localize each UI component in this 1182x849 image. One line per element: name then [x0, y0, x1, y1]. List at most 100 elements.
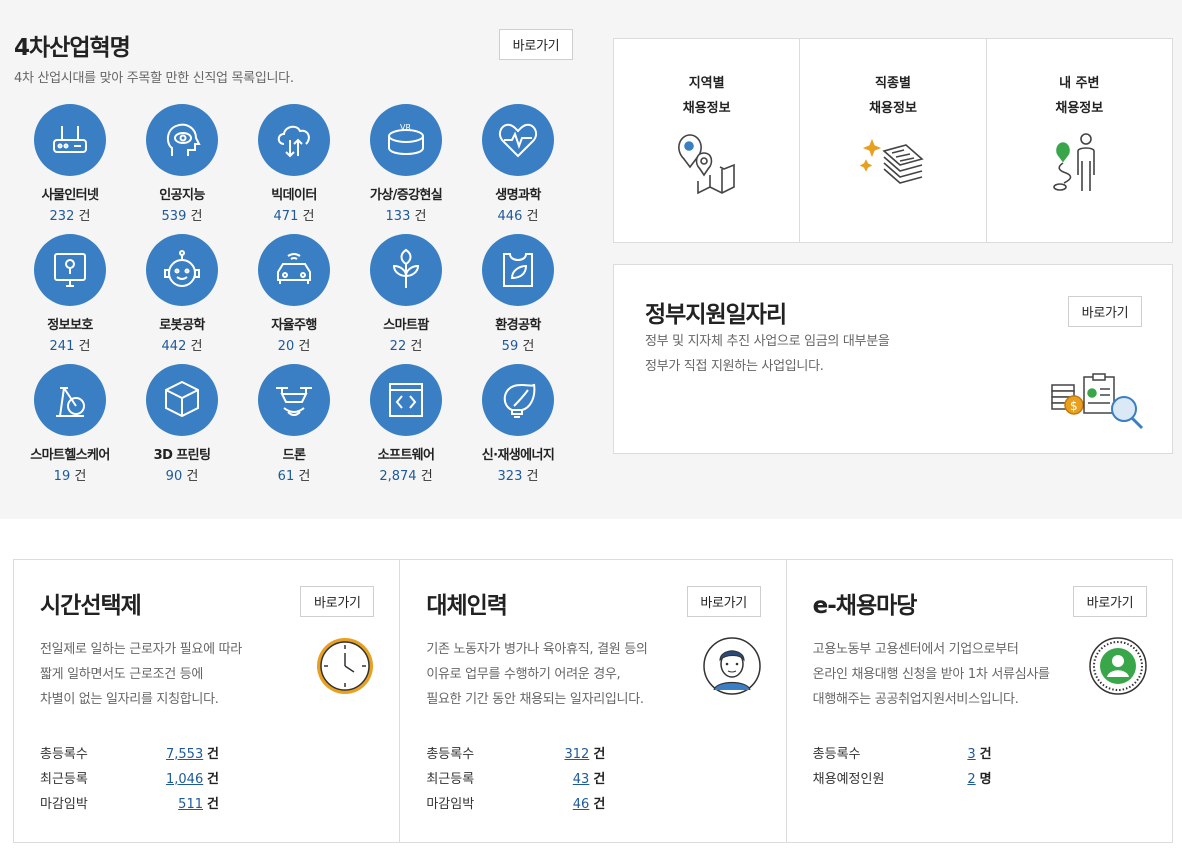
stat-label: 마감임박 — [426, 797, 475, 812]
count-unit: 건 — [78, 209, 91, 224]
count-unit: 건 — [526, 469, 539, 484]
nearby-job-info-line1: 내 주변 — [1059, 76, 1100, 91]
industry-item-smartfarm[interactable]: 스마트팜 22 건 — [350, 234, 462, 354]
count-unit: 건 — [410, 339, 423, 354]
substitute-goto-button[interactable]: 바로가기 — [686, 586, 761, 617]
stamp-avatar-icon — [1089, 637, 1147, 695]
stat-row: 총등록수 312 건 — [426, 742, 605, 767]
stat-row: 총등록수 3 건 — [813, 742, 992, 767]
industry-item-count: 61 — [277, 469, 295, 484]
gov-desc-line2: 정부가 직접 지원하는 사업입니다. — [645, 359, 824, 374]
industry-item-name: 환경공학 — [495, 318, 541, 333]
industry-item-ai[interactable]: 인공지능 539 건 — [126, 104, 238, 224]
stat-row: 마감임박 511 건 — [40, 792, 219, 817]
industry-item-software[interactable]: 소프트웨어 2,874 건 — [350, 364, 462, 484]
industry-item-name: 드론 — [282, 448, 306, 463]
lock-monitor-icon — [34, 234, 106, 306]
industry-item-robotics[interactable]: 로봇공학 442 건 — [126, 234, 238, 354]
industry-item-name: 소프트웨어 — [377, 448, 435, 463]
stat-value-link[interactable]: 43 — [552, 767, 590, 792]
industry-item-count: 539 — [161, 209, 187, 224]
count-unit: 건 — [298, 339, 311, 354]
industry-item-iot[interactable]: 사물인터넷 232 건 — [14, 104, 126, 224]
industry-description: 4차 산업시대를 맞아 주목할 만한 신직업 목록입니다. — [14, 71, 294, 86]
industry-item-environment[interactable]: 환경공학 59 건 — [462, 234, 574, 354]
region-job-info-link[interactable]: 지역별 채용정보 — [614, 39, 801, 242]
stat-label: 총등록수 — [812, 747, 861, 762]
stat-value-link[interactable]: 2 — [939, 767, 975, 792]
industry-item-lifescience[interactable]: 생명과학 446 건 — [462, 104, 574, 224]
industry-item-drone[interactable]: 드론 61 건 — [238, 364, 350, 484]
industry-title: 4차산업혁명 — [14, 35, 131, 61]
section-desc-line: 이유로 업무를 수행하기 어려운 경우, — [426, 667, 621, 682]
industry-item-name: 3D 프린팅 — [153, 448, 211, 463]
car-icon — [258, 234, 330, 306]
nearby-job-info-link[interactable]: 내 주변 채용정보 — [987, 39, 1172, 242]
industry-item-autonomous[interactable]: 자율주행 20 건 — [238, 234, 350, 354]
section-desc-line: 기존 노동자가 병가나 육아휴직, 결원 등의 — [426, 642, 648, 657]
stat-row: 마감임박 46 건 — [426, 792, 605, 817]
stat-label: 채용예정인원 — [812, 772, 885, 787]
industry-item-bigdata[interactable]: 빅데이터 471 건 — [238, 104, 350, 224]
stat-value-link[interactable]: 3 — [939, 742, 975, 767]
nearby-job-info-line2: 채용정보 — [1055, 101, 1104, 116]
gov-support-jobs-panel: 정부지원일자리 바로가기 정부 및 지자체 추진 사업으로 임금의 대부분을 정… — [613, 264, 1173, 454]
stat-value-link[interactable]: 1,046 — [166, 767, 203, 792]
stat-value-link[interactable]: 7,553 — [166, 742, 203, 767]
industry-item-vr[interactable]: VR 가상/증강현실 133 건 — [350, 104, 462, 224]
stat-unit: 건 — [593, 797, 606, 812]
section-desc-line: 짧게 일하면서도 근로조건 등에 — [40, 667, 204, 682]
cube-icon — [146, 364, 218, 436]
gov-support-jobs-title: 정부지원일자리 — [645, 302, 787, 328]
e-recruitment-goto-button[interactable]: 바로가기 — [1072, 586, 1147, 617]
count-unit: 건 — [526, 209, 539, 224]
industry-goto-button[interactable]: 바로가기 — [499, 29, 573, 60]
stat-unit: 건 — [593, 772, 606, 787]
sprout-icon — [370, 234, 442, 306]
region-job-info-line2: 채용정보 — [682, 101, 731, 116]
industry-item-3dprinting[interactable]: 3D 프린팅 90 건 — [126, 364, 238, 484]
stat-row: 최근등록 43 건 — [426, 767, 605, 792]
count-unit: 건 — [190, 209, 203, 224]
map-pin-icon — [677, 134, 735, 195]
count-unit: 건 — [302, 209, 315, 224]
industry-item-smarthealth[interactable]: 스마트헬스케어 19 건 — [14, 364, 126, 484]
gov-support-jobs-goto-button[interactable]: 바로가기 — [1068, 296, 1142, 327]
industry-item-renewable[interactable]: 신·재생에너지 323 건 — [462, 364, 574, 484]
part-time-choice-section: 시간선택제 바로가기 전일제로 일하는 근로자가 필요에 따라 짧게 일하면서도… — [14, 560, 401, 842]
svg-text:VR: VR — [400, 123, 411, 132]
industry-item-name: 스마트팜 — [383, 318, 429, 333]
industry-item-count: 2,874 — [379, 469, 417, 484]
count-unit: 건 — [190, 339, 203, 354]
region-job-info-line1: 지역별 — [688, 76, 725, 91]
drone-icon — [258, 364, 330, 436]
eco-bag-icon — [482, 234, 554, 306]
stat-value-link[interactable]: 46 — [552, 792, 590, 817]
occupation-job-info-line2: 채용정보 — [869, 101, 917, 116]
stat-unit: 건 — [979, 747, 992, 762]
industry-item-name: 생명과학 — [495, 188, 541, 203]
stat-label: 최근등록 — [426, 772, 475, 787]
industry-item-security[interactable]: 정보보호 241 건 — [14, 234, 126, 354]
industry-item-count: 471 — [273, 209, 299, 224]
robot-icon — [146, 234, 218, 306]
clock-icon — [317, 638, 374, 694]
job-programs-panel: 시간선택제 바로가기 전일제로 일하는 근로자가 필요에 따라 짧게 일하면서도… — [13, 559, 1173, 843]
section-desc-line: 차별이 없는 일자리를 지칭합니다. — [40, 692, 219, 707]
occupation-job-info-link[interactable]: 직종별 채용정보 — [800, 39, 987, 242]
industry-item-name: 자율주행 — [271, 318, 317, 333]
part-time-goto-button[interactable]: 바로가기 — [300, 586, 375, 617]
stat-label: 총등록수 — [40, 747, 88, 762]
industry-item-count: 241 — [49, 339, 75, 354]
industry-item-name: 정보보호 — [47, 318, 93, 333]
industry-item-name: 인공지능 — [159, 188, 205, 203]
industry-item-count: 446 — [497, 209, 523, 224]
cloud-data-icon — [258, 104, 330, 176]
industry-item-count: 442 — [161, 339, 187, 354]
count-unit: 건 — [420, 469, 433, 484]
section-desc-line: 대행해주는 공공취업지원서비스입니다. — [812, 692, 1019, 707]
industry-item-count: 20 — [277, 339, 295, 354]
industry-item-count: 90 — [165, 469, 183, 484]
stat-value-link[interactable]: 312 — [552, 742, 590, 767]
stat-value-link[interactable]: 511 — [166, 792, 203, 817]
